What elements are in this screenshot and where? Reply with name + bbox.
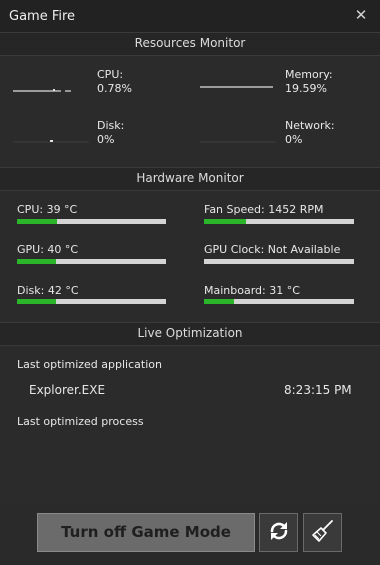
last-optimized-application-name: Explorer.EXE (29, 383, 106, 397)
cpu-usage-value: 0.78% (97, 82, 132, 95)
gpu-temp-bar (17, 259, 166, 264)
refresh-button[interactable] (259, 513, 298, 552)
memory-usage-label: Memory: (285, 68, 333, 81)
fan-speed-bar (204, 219, 354, 224)
resources-monitor-title: Resources Monitor (134, 36, 246, 50)
memory-usage-value: 19.59% (285, 82, 327, 95)
disk-usage-label: Disk: (97, 119, 125, 132)
gpu-clock-label: GPU Clock: Not Available (204, 243, 341, 256)
broom-icon (310, 518, 336, 548)
disk-usage-graph (13, 115, 89, 145)
cpu-temp-label: CPU: 39 °C (17, 203, 78, 216)
network-usage-graph (200, 115, 276, 145)
last-optimized-process-label: Last optimized process (17, 415, 144, 428)
disk-temp-bar (17, 299, 166, 304)
resources-monitor-header: Resources Monitor (0, 32, 380, 56)
last-optimized-application-label: Last optimized application (17, 358, 162, 371)
live-optimization-header: Live Optimization (0, 322, 380, 346)
network-usage-value: 0% (285, 133, 303, 146)
turn-off-game-mode-button[interactable]: Turn off Game Mode (37, 513, 255, 552)
fan-speed-label: Fan Speed: 1452 RPM (204, 203, 324, 216)
cleanup-button[interactable] (303, 513, 342, 552)
hardware-monitor-header: Hardware Monitor (0, 167, 380, 191)
network-usage-label: Network: (285, 119, 335, 132)
gpu-temp-label: GPU: 40 °C (17, 243, 79, 256)
disk-temp-label: Disk: 42 °C (17, 284, 79, 297)
mainboard-temp-bar (204, 299, 354, 304)
mainboard-temp-label: Mainboard: 31 °C (204, 284, 300, 297)
cpu-temp-bar (17, 219, 166, 224)
hardware-monitor-title: Hardware Monitor (136, 171, 244, 185)
game-fire-window: Game Fire ✕ Resources Monitor CPU: 0.78%… (0, 0, 380, 565)
cpu-usage-graph (13, 64, 89, 94)
window-title: Game Fire (9, 9, 76, 24)
refresh-icon (267, 519, 291, 547)
title-bar: Game Fire ✕ (0, 0, 380, 33)
memory-usage-graph (200, 64, 276, 94)
close-icon[interactable]: ✕ (351, 5, 371, 25)
gpu-clock-bar (204, 259, 354, 264)
last-optimized-application-time: 8:23:15 PM (284, 383, 352, 397)
cpu-usage-label: CPU: (97, 68, 124, 81)
live-optimization-title: Live Optimization (137, 326, 243, 340)
disk-usage-value: 0% (97, 133, 115, 146)
